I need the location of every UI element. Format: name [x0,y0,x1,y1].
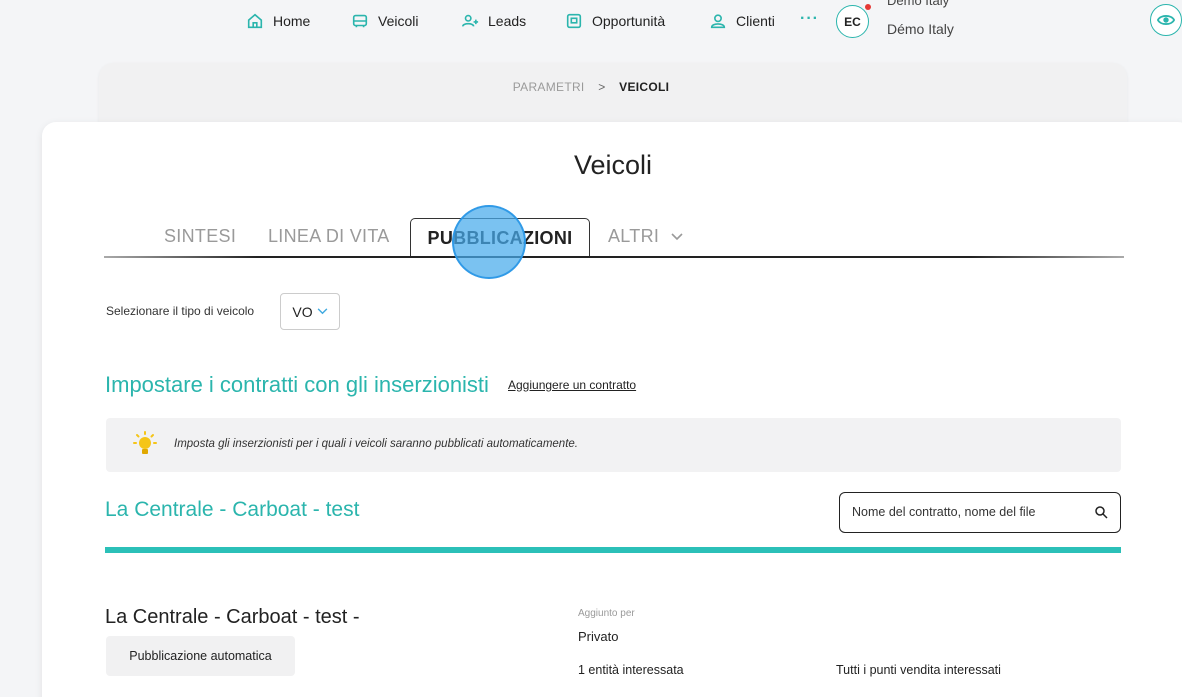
nav-clienti[interactable]: Clienti [709,12,775,30]
page-title: Veicoli [573,150,653,180]
auto-publication-label: Pubblicazione automatica [129,649,272,663]
touch-indicator [452,205,526,279]
preview-button[interactable] [1150,4,1182,36]
search-icon[interactable] [1094,505,1108,519]
leads-icon [461,14,479,27]
tab-underline [104,256,1124,258]
tab-altri[interactable]: ALTRI [608,226,683,247]
auto-publication-badge: Pubblicazione automatica [106,636,295,676]
breadcrumb-separator: > [598,80,606,94]
user-name: Démo Italy [887,21,954,37]
top-navigation: Home Veicoli Leads Opportunità Clienti ·… [0,0,1182,44]
nav-clienti-label: Clienti [736,13,775,29]
info-banner-text: Imposta gli inserzionisti per i quali i … [174,438,578,450]
user-name-top: Démo Italy [887,0,950,8]
car-icon [352,14,368,28]
added-by-label: Aggiunto per [578,608,635,619]
nav-veicoli-label: Veicoli [378,13,419,29]
tab-sintesi[interactable]: SINTESI [164,226,236,247]
contract-search-input[interactable]: Nome del contratto, nome del file [839,492,1121,533]
notification-dot [865,4,871,10]
chevron-down-icon [670,233,683,241]
nav-home-label: Home [273,13,311,29]
lightbulb-icon [133,431,157,454]
user-icon [710,14,726,29]
add-contract-link[interactable]: Aggiungere un contratto [508,378,636,392]
breadcrumb-parent[interactable]: PARAMETRI [513,80,585,94]
added-by-value: Privato [578,629,619,644]
nav-opportunita-label: Opportunità [592,13,666,29]
vehicle-type-label: Selezionare il tipo di veicolo [106,304,255,318]
search-placeholder: Nome del contratto, nome del file [852,505,1036,519]
avatar-initials: EC [844,14,861,29]
vehicle-type-value: VO [292,303,313,320]
nav-leads[interactable]: Leads [461,12,526,30]
more-menu-icon[interactable]: ··· [800,10,819,28]
contracts-title: Impostare i contratti con gli inserzioni… [105,372,489,397]
nav-leads-label: Leads [488,13,527,29]
contract-section-title: La Centrale - Carboat - test [105,498,360,521]
points-of-sale: Tutti i punti vendita interessati [836,663,1001,677]
breadcrumb-current: VEICOLI [619,80,670,94]
chevron-down-icon [317,308,327,315]
section-divider [105,547,1121,553]
contract-item-title: La Centrale - Carboat - test - [105,606,360,628]
vehicle-type-select[interactable]: VO [280,293,340,330]
tab-altri-label: ALTRI [608,226,660,246]
avatar[interactable]: EC [836,5,869,38]
tab-linea-di-vita[interactable]: LINEA DI VITA [268,226,390,247]
nav-opportunita[interactable]: Opportunità [565,12,665,30]
opportunity-icon [566,13,582,29]
entities-count: 1 entità interessata [578,663,684,677]
breadcrumb: PARAMETRI > VEICOLI [0,80,1182,94]
eye-icon [1157,15,1175,25]
home-icon [247,13,263,29]
nav-home[interactable]: Home [246,12,310,30]
nav-veicoli[interactable]: Veicoli [351,12,418,30]
